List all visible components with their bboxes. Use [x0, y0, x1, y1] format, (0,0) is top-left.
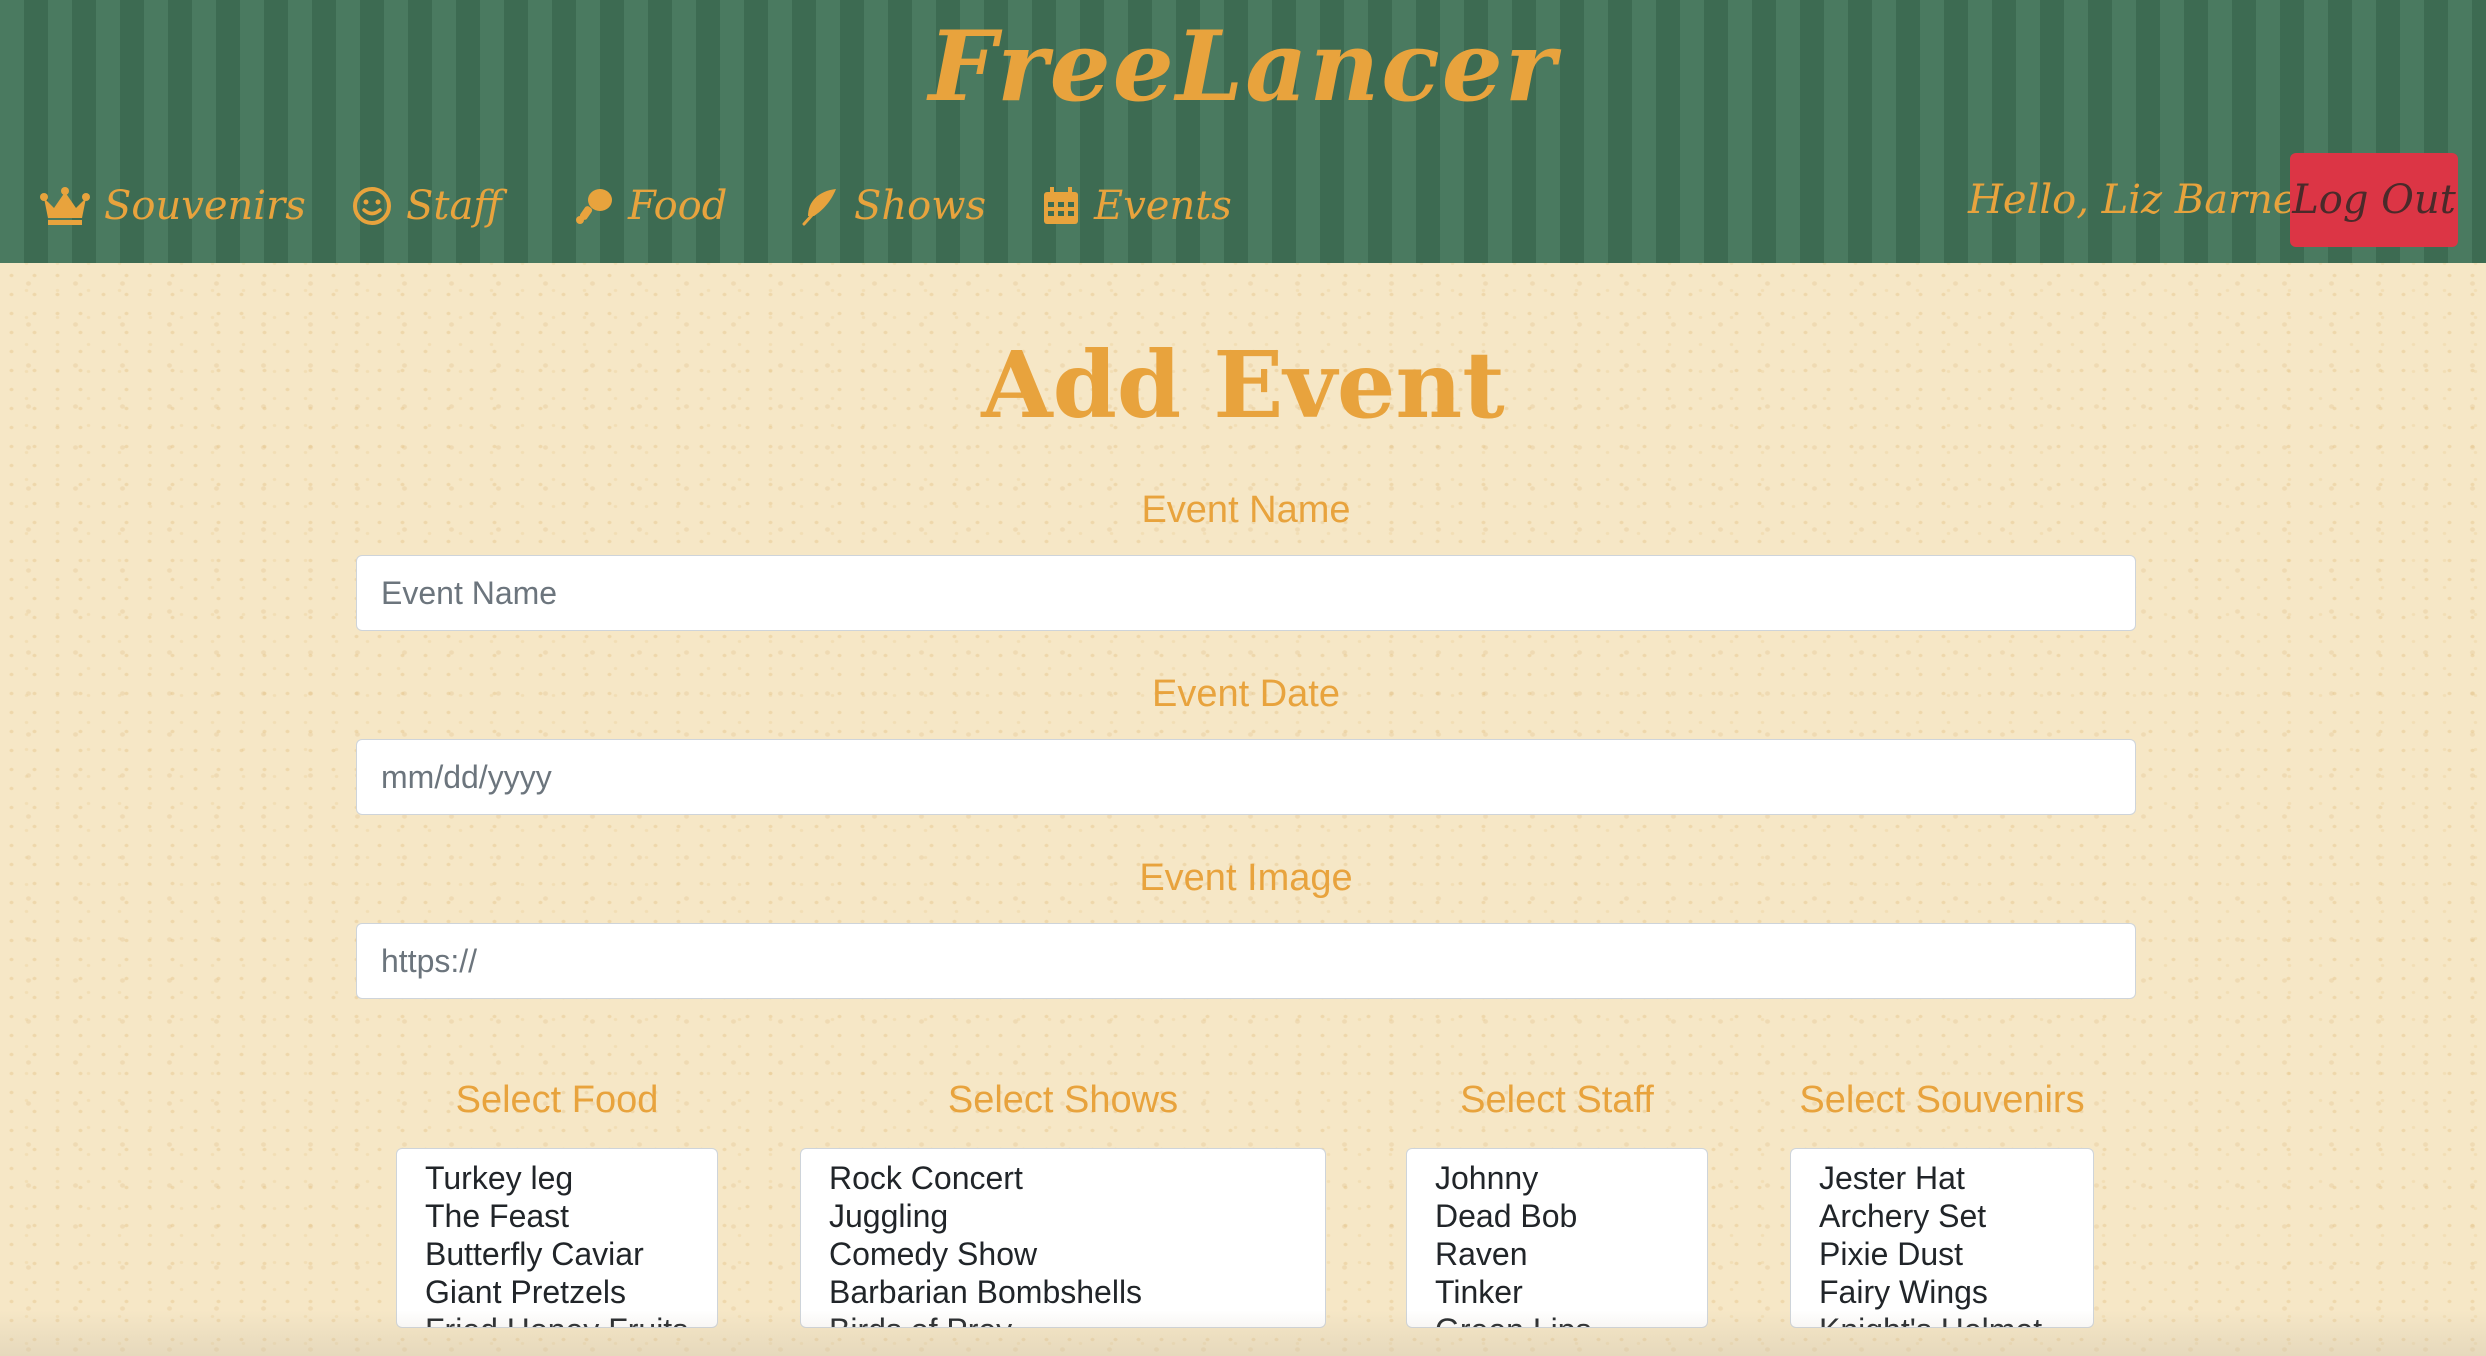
- list-item[interactable]: Rock Concert: [829, 1159, 1325, 1197]
- event-image-input[interactable]: [356, 923, 2136, 999]
- select-staff-label: Select Staff: [1460, 1079, 1654, 1121]
- nav-label-food: Food: [628, 183, 728, 229]
- event-image-label: Event Image: [1139, 857, 1353, 899]
- list-item[interactable]: Giant Pretzels: [425, 1273, 717, 1311]
- feather-icon: [802, 189, 836, 226]
- select-shows-list[interactable]: Rock Concert Juggling Comedy Show Barbar…: [800, 1148, 1326, 1328]
- nav-label-shows: Shows: [854, 183, 987, 229]
- select-shows-label: Select Shows: [947, 1079, 1179, 1121]
- event-name-label: Event Name: [1141, 489, 1351, 531]
- logout-button[interactable]: Log Out: [2290, 153, 2458, 247]
- crown-icon: [40, 187, 90, 225]
- user-greeting: Hello, Liz Barnes!: [1968, 177, 2334, 223]
- calendar-icon: [1044, 187, 1078, 224]
- list-item[interactable]: Comedy Show: [829, 1235, 1325, 1273]
- list-item[interactable]: Birds of Prey: [829, 1311, 1325, 1327]
- list-item[interactable]: Archery Set: [1819, 1197, 2093, 1235]
- top-navbar: FreeLancer Souvenirs Staff Food Shows Ev…: [0, 0, 2486, 263]
- list-item[interactable]: The Feast: [425, 1197, 717, 1235]
- select-souvenirs-label: Select Souvenirs: [1799, 1079, 2085, 1121]
- list-item[interactable]: Butterfly Caviar: [425, 1235, 717, 1273]
- list-item[interactable]: Green Lips: [1435, 1311, 1707, 1327]
- nav-item-food[interactable]: Food: [574, 176, 727, 236]
- drumstick-icon: [576, 189, 612, 224]
- list-item[interactable]: Turkey leg: [425, 1159, 717, 1197]
- select-souvenirs-list[interactable]: Jester Hat Archery Set Pixie Dust Fairy …: [1790, 1148, 2094, 1328]
- nav-label-events: Events: [1094, 183, 1232, 229]
- list-item[interactable]: Johnny: [1435, 1159, 1707, 1197]
- list-item[interactable]: Pixie Dust: [1819, 1235, 2093, 1273]
- select-staff-list[interactable]: Johnny Dead Bob Raven Tinker Green Lips: [1406, 1148, 1708, 1328]
- list-item[interactable]: Jester Hat: [1819, 1159, 2093, 1197]
- event-name-input[interactable]: [356, 555, 2136, 631]
- nav-item-events[interactable]: Events: [1042, 176, 1232, 236]
- nav-item-souvenirs[interactable]: Souvenirs: [40, 176, 306, 236]
- list-item[interactable]: Knight's Helmet: [1819, 1311, 2093, 1327]
- nav-item-staff[interactable]: Staff: [352, 176, 502, 236]
- list-item[interactable]: Tinker: [1435, 1273, 1707, 1311]
- nav-label-staff: Staff: [406, 183, 502, 229]
- list-item[interactable]: Dead Bob: [1435, 1197, 1707, 1235]
- nav-item-shows[interactable]: Shows: [800, 176, 986, 236]
- smile-icon: [353, 187, 391, 225]
- list-item[interactable]: Fairy Wings: [1819, 1273, 2093, 1311]
- list-item[interactable]: Fried Honey Fruits: [425, 1311, 717, 1327]
- list-item[interactable]: Raven: [1435, 1235, 1707, 1273]
- page-title: Add Event: [981, 331, 1505, 439]
- select-food-label: Select Food: [455, 1079, 659, 1121]
- event-date-input[interactable]: [356, 739, 2136, 815]
- list-item[interactable]: Juggling: [829, 1197, 1325, 1235]
- brand-logo[interactable]: FreeLancer: [0, 12, 2486, 122]
- event-date-label: Event Date: [1152, 673, 1340, 715]
- select-food-list[interactable]: Turkey leg The Feast Butterfly Caviar Gi…: [396, 1148, 718, 1328]
- list-item[interactable]: Barbarian Bombshells: [829, 1273, 1325, 1311]
- nav-label-souvenirs: Souvenirs: [104, 183, 306, 229]
